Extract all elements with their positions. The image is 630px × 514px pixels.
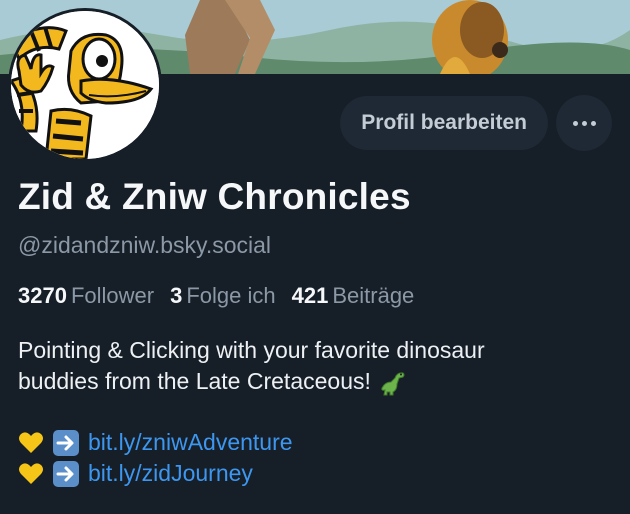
posts-label: Beiträge	[332, 283, 415, 308]
yellow-heart-icon	[18, 430, 44, 456]
following-count[interactable]: 3 Folge ich	[170, 283, 276, 309]
bio-link-row-2: bit.ly/zidJourney	[18, 458, 618, 489]
right-arrow-icon	[52, 460, 80, 488]
following-label: Folge ich	[186, 283, 276, 308]
bio-link-row-1: bit.ly/zniwAdventure	[18, 427, 618, 458]
bio-line-2: buddies from the Late Cretaceous!	[18, 366, 618, 397]
avatar-image	[11, 11, 159, 159]
profile-stats: 3270 Follower 3 Folge ich 421 Beiträge	[18, 283, 430, 309]
bio-link-zid-journey[interactable]: bit.ly/zidJourney	[88, 458, 253, 489]
profile-display-name: Zid & Zniw Chronicles	[18, 176, 411, 217]
profile-bio: Pointing & Clicking with your favorite d…	[18, 335, 618, 489]
following-value: 3	[170, 283, 183, 308]
avatar[interactable]	[8, 8, 162, 162]
posts-value: 421	[291, 283, 329, 308]
posts-count: 421 Beiträge	[292, 283, 415, 309]
right-arrow-icon	[52, 429, 80, 457]
edit-profile-button[interactable]: Profil bearbeiten	[340, 96, 548, 150]
bio-link-zniw-adventure[interactable]: bit.ly/zniwAdventure	[88, 427, 293, 458]
followers-label: Follower	[70, 283, 155, 308]
yellow-heart-icon	[18, 461, 44, 487]
more-options-icon	[572, 120, 596, 126]
dinosaur-icon	[379, 368, 407, 396]
followers-count[interactable]: 3270 Follower	[18, 283, 154, 309]
bio-line-2-text: buddies from the Late Cretaceous!	[18, 368, 371, 394]
profile-actions: Profil bearbeiten	[340, 95, 612, 151]
followers-value: 3270	[18, 283, 67, 308]
profile-page: Profil bearbeiten Zid & Zniw Chronicles …	[0, 0, 630, 514]
bio-line-1: Pointing & Clicking with your favorite d…	[18, 337, 485, 363]
profile-handle: @zidandzniw.bsky.social	[18, 232, 272, 258]
more-options-button[interactable]	[556, 95, 612, 151]
